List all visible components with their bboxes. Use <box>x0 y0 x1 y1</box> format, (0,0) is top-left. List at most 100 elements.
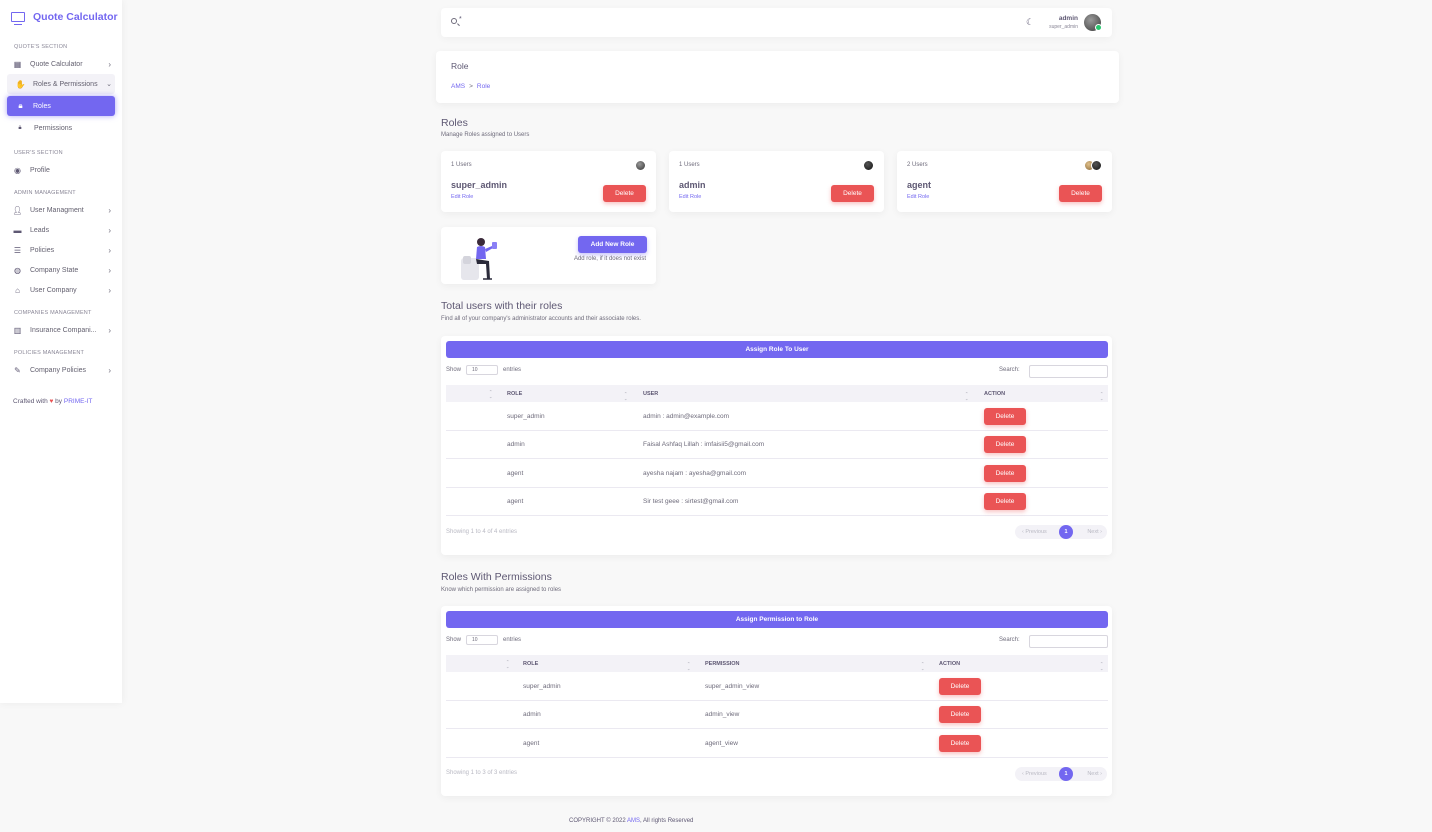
edit-role-link[interactable]: Edit Role <box>907 194 929 200</box>
top-navbar: * ☾ admin super_admin <box>441 8 1112 37</box>
building-user-icon: ⌂ <box>15 285 20 295</box>
role-card-super-admin: 1 Users super_admin Edit Role Delete <box>441 151 656 212</box>
delete-button[interactable]: Delete <box>984 408 1026 425</box>
edit-icon: ✎ <box>14 365 21 375</box>
laptop-icon <box>11 12 25 25</box>
crafted-by: Crafted with ♥ by PRIME-IT <box>13 398 93 405</box>
section-header-policies: POLICIES MANAGEMENT <box>14 350 85 356</box>
brand[interactable]: Quote Calculator <box>0 0 122 34</box>
add-new-role-button[interactable]: Add New Role <box>578 236 647 253</box>
sidebar-item-company-policies[interactable]: ✎ Company Policies › <box>0 360 122 380</box>
sidebar-item-label: Quote Calculator <box>30 60 83 68</box>
role-card-admin: 1 Users admin Edit Role Delete <box>669 151 884 212</box>
sidebar-item-quote-calculator[interactable]: ▦ Quote Calculator › <box>0 54 122 74</box>
footer-ams-link[interactable]: AMS <box>627 818 640 824</box>
previous-button[interactable]: ‹ Previous <box>1022 529 1047 535</box>
delete-button[interactable]: Delete <box>984 493 1026 510</box>
sort-icon[interactable]: ⌃ ⌄ <box>506 659 509 669</box>
delete-button[interactable]: Delete <box>939 678 981 695</box>
chevron-right-icon: › <box>108 205 111 215</box>
sidebar-item-roles[interactable]: 🔒︎ Roles <box>7 96 115 116</box>
column-header-user[interactable]: USER <box>643 391 658 397</box>
sidebar-item-insurance-companies[interactable]: ▥ Insurance Compani... › <box>0 320 122 340</box>
chevron-right-icon: › <box>108 59 111 69</box>
search-icon[interactable] <box>451 18 457 24</box>
sort-icon[interactable]: ⌃ ⌄ <box>1100 661 1103 671</box>
page-1-button[interactable]: 1 <box>1059 767 1073 781</box>
sidebar-item-label: User Managment <box>30 206 84 214</box>
column-header-role[interactable]: ROLE <box>507 391 522 397</box>
table-info: Showing 1 to 4 of 4 entries <box>446 529 518 535</box>
assign-permission-button[interactable]: Assign Permission to Role <box>446 611 1108 628</box>
delete-button[interactable]: Delete <box>984 436 1026 453</box>
prime-it-link[interactable]: PRIME-IT <box>64 398 93 405</box>
search-input[interactable] <box>1029 635 1108 648</box>
sidebar-item-profile[interactable]: ◉ Profile <box>0 160 122 180</box>
previous-button[interactable]: ‹ Previous <box>1022 771 1047 777</box>
sort-icon[interactable]: ⌃ ⌄ <box>921 661 924 671</box>
entries-control: Show 10 entries <box>446 365 522 375</box>
sidebar-item-label: Company Policies <box>30 366 87 374</box>
hand-icon: ✋ <box>15 79 26 89</box>
sort-icon[interactable]: ⌃ ⌄ <box>687 661 690 671</box>
heart-icon: ♥ <box>49 398 54 405</box>
sidebar-item-label: User Company <box>30 286 77 294</box>
moon-icon[interactable]: ☾ <box>1026 17 1034 28</box>
woman-illustration <box>461 238 497 280</box>
delete-button[interactable]: Delete <box>939 735 981 752</box>
search-label: Search: <box>999 637 1020 643</box>
breadcrumb-separator: > <box>469 83 473 90</box>
avatar[interactable] <box>1084 14 1102 31</box>
column-header-permission[interactable]: PERMISSION <box>705 661 740 667</box>
pagination: ‹ Previous 1 Next › <box>1015 767 1107 781</box>
roles-permissions-subtitle: Know which permission are assigned to ro… <box>441 587 562 593</box>
entries-control: Show 10 entries <box>446 635 522 645</box>
table-row: admin admin_view Delete <box>446 701 1108 729</box>
sort-icon[interactable]: ⌃ ⌄ <box>489 389 492 399</box>
lock-icon: 🔒︎ <box>18 101 23 110</box>
search-label: Search: <box>999 367 1020 373</box>
credit-card-icon: ▬ <box>13 225 22 235</box>
edit-role-link[interactable]: Edit Role <box>451 194 473 200</box>
delete-role-button[interactable]: Delete <box>831 185 874 202</box>
delete-button[interactable]: Delete <box>939 706 981 723</box>
sidebar-item-roles-permissions[interactable]: ✋ Roles & Permissions ⌄ <box>7 74 115 94</box>
chevron-right-icon: › <box>108 365 111 375</box>
sidebar-item-label: Permissions <box>34 124 73 132</box>
page-1-button[interactable]: 1 <box>1059 525 1073 539</box>
assign-role-button[interactable]: Assign Role To User <box>446 341 1108 358</box>
column-header-role[interactable]: ROLE <box>523 661 538 667</box>
sidebar-item-permissions[interactable]: 🔒︎ Permissions <box>0 118 122 138</box>
delete-role-button[interactable]: Delete <box>603 185 646 202</box>
breadcrumb-card: Role AMS > Role <box>436 51 1119 103</box>
column-header-action[interactable]: ACTION <box>939 661 960 667</box>
search-input[interactable] <box>1029 365 1108 378</box>
sidebar-item-user-company[interactable]: ⌂ User Company › <box>0 280 122 300</box>
sort-icon[interactable]: ⌃ ⌄ <box>624 391 627 401</box>
role-card-agent: 2 Users agent Edit Role Delete <box>897 151 1112 212</box>
delete-button[interactable]: Delete <box>984 465 1026 482</box>
calculator-icon: ▦ <box>13 59 22 69</box>
users-roles-title: Total users with their roles <box>441 300 563 312</box>
roles-title: Roles <box>441 117 468 129</box>
sidebar-item-company-state[interactable]: ◍ Company State › <box>0 260 122 280</box>
entries-select[interactable]: 10 <box>466 635 499 645</box>
entries-select[interactable]: 10 <box>466 365 499 375</box>
section-header-users: USER'S SECTION <box>14 150 63 156</box>
user-name[interactable]: admin <box>1059 15 1078 22</box>
breadcrumb-home-link[interactable]: AMS <box>451 83 465 90</box>
sidebar-item-policies[interactable]: ☰ Policies › <box>0 240 122 260</box>
table-row: agent ayesha najam : ayesha@gmail.com De… <box>446 460 1108 488</box>
sort-icon[interactable]: ⌃ ⌄ <box>965 391 968 401</box>
sidebar-item-user-management[interactable]: 👤︎ User Managment › <box>0 200 122 220</box>
sort-icon[interactable]: ⌃ ⌄ <box>1100 391 1103 401</box>
next-button[interactable]: Next › <box>1087 771 1102 777</box>
list-icon: ☰ <box>13 245 22 255</box>
sidebar-item-leads[interactable]: ▬ Leads › <box>0 220 122 240</box>
bookmark-star-icon[interactable]: * <box>459 16 462 23</box>
brand-title: Quote Calculator <box>33 11 118 23</box>
edit-role-link[interactable]: Edit Role <box>679 194 701 200</box>
column-header-action[interactable]: ACTION <box>984 391 1005 397</box>
next-button[interactable]: Next › <box>1087 529 1102 535</box>
delete-role-button[interactable]: Delete <box>1059 185 1102 202</box>
